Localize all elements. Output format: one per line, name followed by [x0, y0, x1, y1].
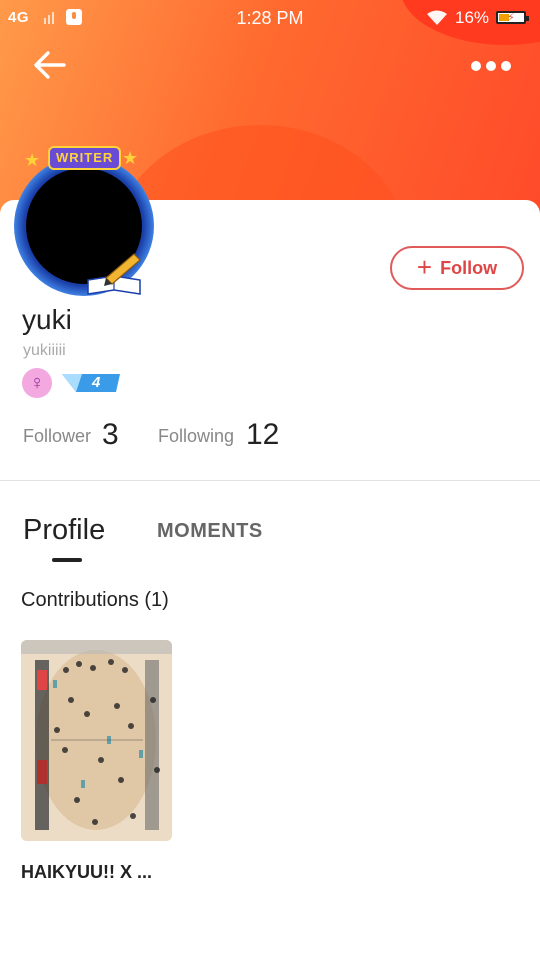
star-icon: ★ — [122, 148, 139, 168]
star-icon: ★ — [24, 150, 41, 170]
battery-icon: ⚡ — [496, 11, 529, 24]
following-label[interactable]: Following — [158, 426, 234, 447]
profile-page: 4G 1:28 PM 16% ⚡ ★ ★ WRITER + Follow yuk… — [0, 0, 540, 960]
profile-card — [0, 200, 540, 960]
follow-button[interactable]: + Follow — [390, 246, 524, 290]
more-options-button[interactable] — [466, 54, 516, 78]
contributions-title: Contributions (1) — [21, 589, 169, 611]
plus-icon: + — [416, 251, 433, 282]
status-bar: 4G 1:28 PM 16% ⚡ — [0, 0, 540, 36]
battery-percent: 16% — [455, 8, 490, 27]
tab-moments[interactable]: MOMENTS — [157, 520, 263, 543]
wifi-icon — [427, 10, 447, 25]
following-count[interactable]: 12 — [246, 418, 279, 452]
section-divider — [0, 480, 540, 481]
follower-label[interactable]: Follower — [23, 426, 91, 447]
follow-label: Follow — [440, 257, 498, 278]
thumbnail-image — [21, 640, 172, 841]
active-tab-indicator — [52, 558, 82, 562]
writer-badge: WRITER — [48, 146, 122, 170]
avatar-frame: ★ ★ WRITER — [4, 146, 166, 296]
female-icon: ♀ — [22, 368, 52, 398]
contribution-thumbnail[interactable] — [21, 640, 172, 841]
tab-profile[interactable]: Profile — [23, 514, 105, 547]
follower-count[interactable]: 3 — [102, 418, 119, 452]
back-arrow-icon[interactable] — [30, 46, 70, 86]
level-badge: 4 — [62, 372, 122, 394]
level-number: 4 — [92, 374, 101, 391]
contribution-title[interactable]: HAIKYUU!! X ... — [21, 862, 152, 883]
profile-name: yuki — [22, 304, 72, 335]
profile-handle: yukiiiii — [23, 342, 66, 359]
book-pen-icon — [87, 253, 141, 295]
